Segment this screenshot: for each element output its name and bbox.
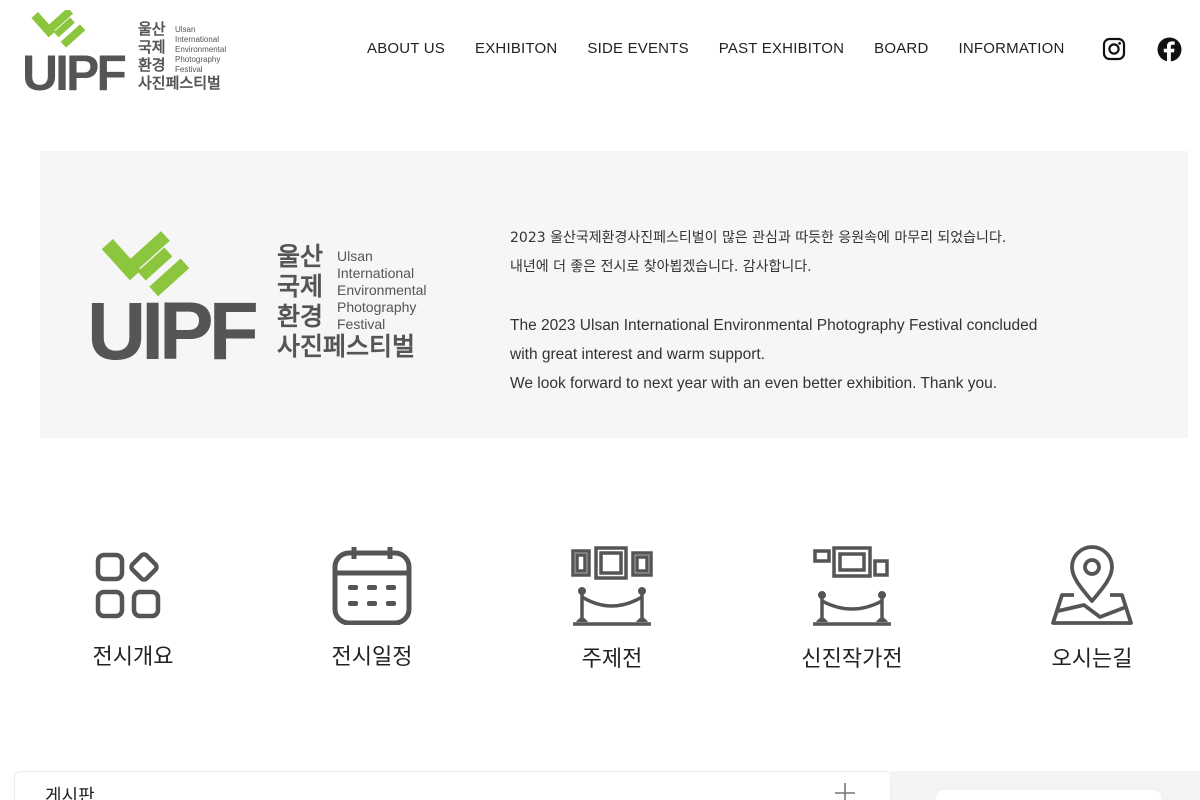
banner-ko-line-1: 2023 울산국제환경사진페스티벌이 많은 관심과 따듯한 응원속에 마무리 되… (510, 230, 1007, 246)
nav-exhibition[interactable]: EXHIBITON (475, 40, 557, 57)
plus-icon[interactable] (834, 782, 856, 800)
svg-text:사진페스티벌: 사진페스티벌 (138, 74, 221, 92)
uipf-logo-large: UIPF 울산 국제 환경 사진페스티벌 Ulsan International… (87, 231, 427, 367)
quick-item-theme[interactable]: 주제전 (512, 545, 712, 673)
svg-text:Photography: Photography (175, 55, 220, 64)
banner-en-line-1: The 2023 Ulsan International Environment… (510, 317, 1038, 334)
instagram-icon[interactable] (1102, 37, 1126, 65)
svg-text:Festival: Festival (337, 316, 385, 332)
nav-about-us[interactable]: ABOUT US (367, 40, 445, 57)
quick-label-emerging-artists: 신진작가전 (801, 647, 903, 672)
quick-item-directions[interactable]: 오시는길 (992, 545, 1192, 673)
quick-label-schedule: 전시일정 (331, 645, 413, 670)
facebook-icon[interactable] (1157, 37, 1182, 66)
svg-text:울산: 울산 (277, 242, 323, 271)
quick-item-emerging-artists[interactable]: 신진작가전 (752, 545, 952, 673)
banner-en-line-3: We look forward to next year with an eve… (510, 375, 998, 392)
map-pin-icon (1051, 545, 1133, 625)
banner-ko-line-2: 내년에 더 좋은 전시로 찾아뵙겠습니다. 감사합니다. (510, 259, 812, 275)
quick-menu: 전시개요 전시일정 주제전 신진작가전 오시는길 (0, 545, 1200, 685)
site-header: UIPF 울산 국제 환경 사진페스티벌 Ulsan International… (0, 0, 1200, 100)
gallery-frame-icon (813, 546, 891, 626)
svg-text:UIPF: UIPF (22, 45, 125, 95)
gallery-exhibit-icon (571, 546, 653, 626)
svg-text:Photography: Photography (337, 299, 416, 315)
nav-side-events[interactable]: SIDE EVENTS (587, 40, 688, 57)
board-panel: 게시판 (14, 771, 891, 800)
svg-text:Environmental: Environmental (337, 282, 427, 298)
calendar-icon (332, 547, 412, 625)
svg-text:환경: 환경 (277, 302, 323, 331)
svg-text:Ulsan: Ulsan (337, 248, 373, 264)
svg-text:Festival: Festival (175, 65, 203, 74)
board-title: 게시판 (45, 786, 95, 800)
main-nav: ABOUT US EXHIBITON SIDE EVENTS PAST EXHI… (367, 40, 1095, 57)
svg-text:Environmental: Environmental (175, 45, 226, 54)
quick-label-overview: 전시개요 (92, 645, 174, 670)
svg-text:환경: 환경 (138, 56, 166, 74)
svg-text:Ulsan: Ulsan (175, 25, 195, 34)
nav-information[interactable]: INFORMATION (958, 40, 1064, 57)
banner-en-line-2: with great interest and warm support. (510, 346, 766, 363)
quick-label-directions: 오시는길 (1051, 647, 1133, 672)
svg-text:국제: 국제 (277, 272, 323, 301)
nav-board[interactable]: BOARD (874, 40, 928, 57)
uipf-logo[interactable]: UIPF 울산 국제 환경 사진페스티벌 Ulsan International… (22, 10, 237, 95)
grid-apps-icon (95, 552, 161, 619)
svg-text:UIPF: UIPF (87, 286, 257, 367)
svg-text:사진페스티벌: 사진페스티벌 (277, 332, 415, 361)
quick-item-schedule[interactable]: 전시일정 (272, 545, 472, 671)
notice-banner: UIPF 울산 국제 환경 사진페스티벌 Ulsan International… (40, 151, 1188, 438)
svg-text:국제: 국제 (138, 38, 166, 56)
nav-past-exhibition[interactable]: PAST EXHIBITON (719, 40, 844, 57)
svg-text:International: International (175, 35, 219, 44)
svg-text:울산: 울산 (138, 20, 166, 38)
svg-text:International: International (337, 265, 414, 281)
quick-label-theme: 주제전 (581, 647, 643, 672)
banner-message: 2023 울산국제환경사진페스티벌이 많은 관심과 따듯한 응원속에 마무리 되… (510, 224, 1150, 398)
quick-item-overview[interactable]: 전시개요 (33, 545, 233, 671)
side-card (936, 790, 1161, 800)
